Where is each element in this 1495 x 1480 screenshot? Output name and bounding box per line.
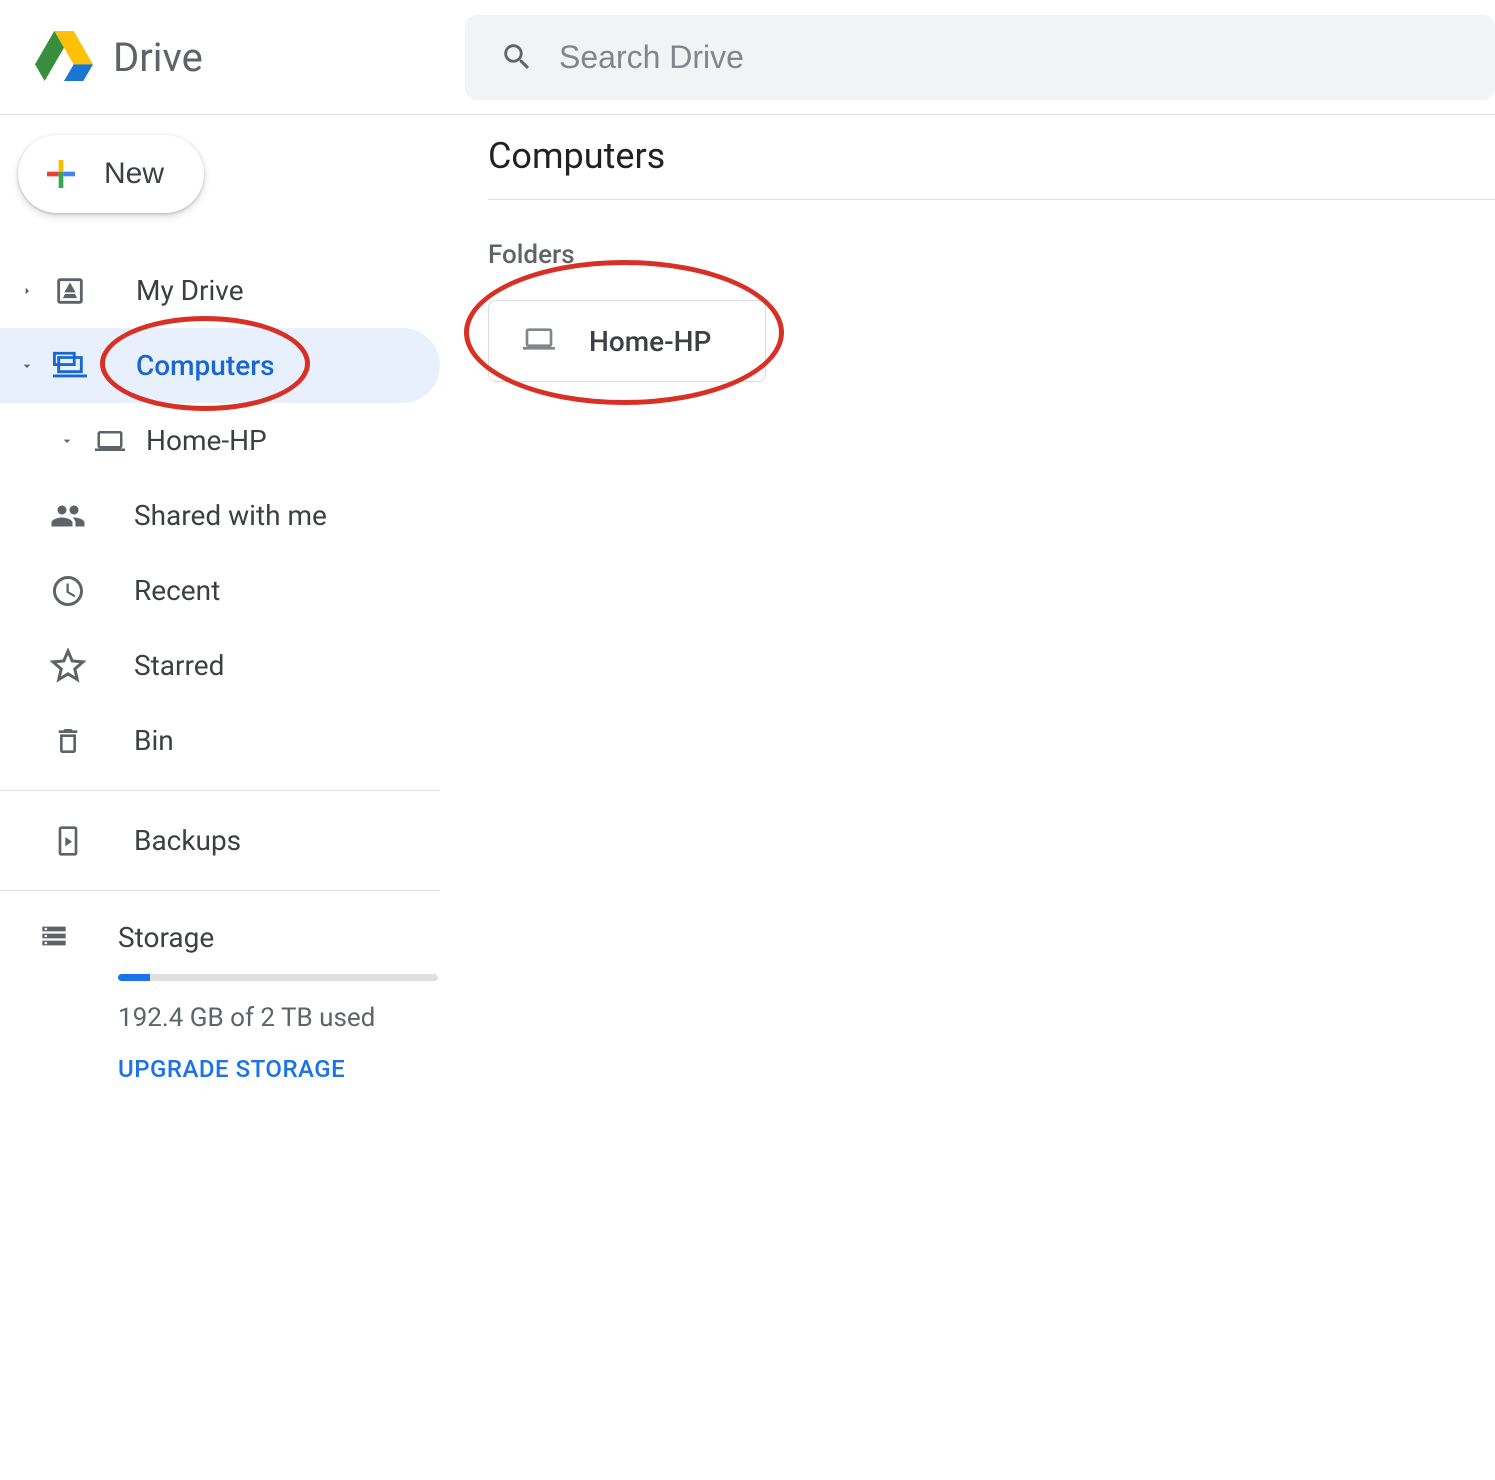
search-input[interactable] (559, 39, 1495, 76)
sidebar-divider (0, 890, 440, 891)
search-bar[interactable] (465, 15, 1495, 100)
new-button[interactable]: New (18, 135, 204, 213)
plus-icon (40, 153, 82, 195)
new-button-label: New (104, 157, 164, 191)
storage-bar (118, 974, 438, 981)
chevron-right-icon (16, 283, 38, 299)
chevron-down-icon (16, 358, 38, 374)
mydrive-icon (52, 273, 88, 309)
sidebar-item-starred[interactable]: Starred (0, 628, 440, 703)
sidebar-item-homehp[interactable]: Home-HP (0, 403, 440, 478)
chevron-down-icon (56, 433, 78, 449)
drive-logo-icon (35, 28, 93, 86)
sidebar-item-backups[interactable]: Backups (0, 803, 440, 878)
laptop-icon (517, 323, 561, 359)
backups-icon (50, 823, 86, 859)
storage-bar-fill (118, 974, 150, 981)
sidebar-item-label: Recent (134, 574, 220, 607)
app-title: Drive (113, 34, 203, 81)
storage-icon (36, 922, 72, 954)
sidebar-nav: My Drive Computers (0, 253, 440, 778)
sidebar-item-mydrive[interactable]: My Drive (0, 253, 440, 328)
folder-card-homehp[interactable]: Home-HP (488, 300, 766, 382)
computers-icon (52, 348, 88, 384)
sidebar: New My Drive (0, 115, 440, 1083)
clock-icon (50, 573, 86, 609)
sidebar-item-label: Backups (134, 824, 241, 857)
storage-title: Storage (118, 921, 214, 954)
star-icon (50, 648, 86, 684)
sidebar-item-label: My Drive (136, 274, 244, 307)
shared-icon (50, 498, 86, 534)
folder-label: Home-HP (589, 325, 711, 358)
sidebar-item-recent[interactable]: Recent (0, 553, 440, 628)
sidebar-item-label: Shared with me (134, 499, 327, 532)
storage-section: Storage 192.4 GB of 2 TB used UPGRADE ST… (0, 903, 440, 1083)
section-label: Folders (488, 240, 1495, 270)
logo-area[interactable]: Drive (35, 28, 465, 86)
sidebar-item-label: Home-HP (146, 424, 267, 457)
search-icon (500, 40, 534, 74)
sidebar-item-label: Bin (134, 724, 174, 757)
main-content: Computers Folders Home-HP (440, 115, 1495, 1083)
sidebar-item-label: Computers (136, 349, 275, 382)
page-title: Computers (488, 135, 1495, 200)
upgrade-storage-link[interactable]: UPGRADE STORAGE (118, 1055, 440, 1083)
sidebar-item-computers[interactable]: Computers (0, 328, 440, 403)
app-header: Drive (0, 0, 1495, 115)
sidebar-item-bin[interactable]: Bin (0, 703, 440, 778)
storage-used-text: 192.4 GB of 2 TB used (118, 1003, 440, 1033)
sidebar-divider (0, 790, 440, 791)
laptop-icon (92, 423, 128, 459)
trash-icon (50, 723, 86, 759)
sidebar-item-shared[interactable]: Shared with me (0, 478, 440, 553)
sidebar-item-label: Starred (134, 649, 224, 682)
